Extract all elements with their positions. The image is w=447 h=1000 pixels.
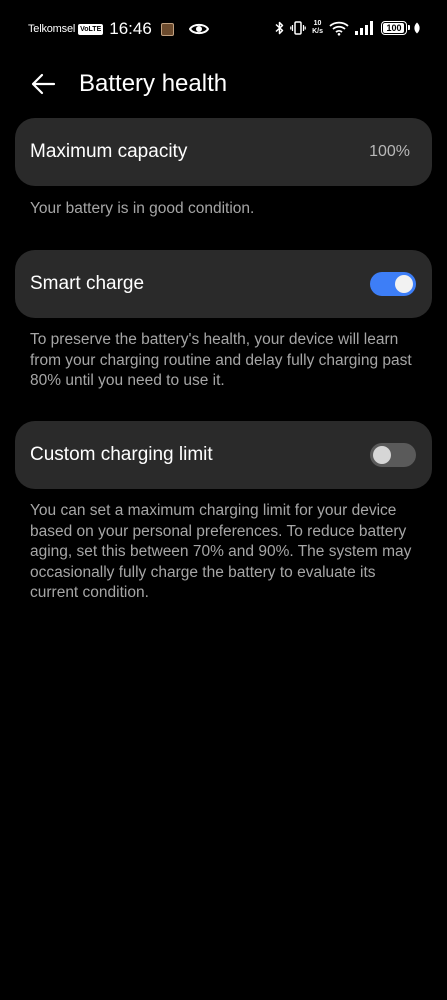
battery-icon: 100 <box>381 21 410 35</box>
status-bar-right: 10 K/s 100 <box>269 16 421 40</box>
smart-charge-label: Smart charge <box>30 273 145 294</box>
volte-badge: VoLTE <box>78 23 104 35</box>
signal-icon <box>355 21 373 35</box>
app-notification-icon <box>160 22 174 36</box>
arrow-left-icon <box>31 73 56 95</box>
battery-level: 100 <box>386 23 402 33</box>
eye-icon <box>188 23 209 35</box>
network-speed-unit: K/s <box>312 28 323 35</box>
status-time: 16:46 <box>109 19 152 38</box>
status-bar: Telkomsel VoLTE 16:46 10 K/s 100 <box>0 0 447 58</box>
wifi-icon <box>329 21 349 36</box>
status-bar-left: Telkomsel VoLTE 16:46 <box>28 18 209 40</box>
network-speed: 10 K/s <box>312 20 323 36</box>
leaf-charge-icon <box>414 22 420 34</box>
smart-charge-row[interactable]: Smart charge <box>15 250 432 318</box>
smart-charge-description: To preserve the battery's health, your d… <box>30 331 412 389</box>
custom-charging-limit-label: Custom charging limit <box>30 444 213 465</box>
carrier-name: Telkomsel <box>28 23 76 35</box>
maximum-capacity-value: 100% <box>369 143 410 160</box>
vibrate-icon <box>290 21 306 35</box>
custom-charging-limit-toggle[interactable] <box>370 443 416 467</box>
network-speed-value: 10 <box>313 20 322 27</box>
back-button[interactable] <box>28 70 58 98</box>
custom-charging-limit-description: You can set a maximum charging limit for… <box>30 502 412 601</box>
custom-charging-limit-row[interactable]: Custom charging limit <box>15 421 432 489</box>
bluetooth-icon <box>275 21 284 35</box>
maximum-capacity-description: Your battery is in good condition. <box>30 200 255 217</box>
toggle-knob <box>395 275 413 293</box>
page-title: Battery health <box>79 70 228 97</box>
app-header: Battery health <box>0 58 447 110</box>
maximum-capacity-row[interactable]: Maximum capacity 100% <box>15 118 432 186</box>
maximum-capacity-label: Maximum capacity <box>30 141 188 162</box>
toggle-knob <box>373 446 391 464</box>
smart-charge-toggle[interactable] <box>370 272 416 296</box>
